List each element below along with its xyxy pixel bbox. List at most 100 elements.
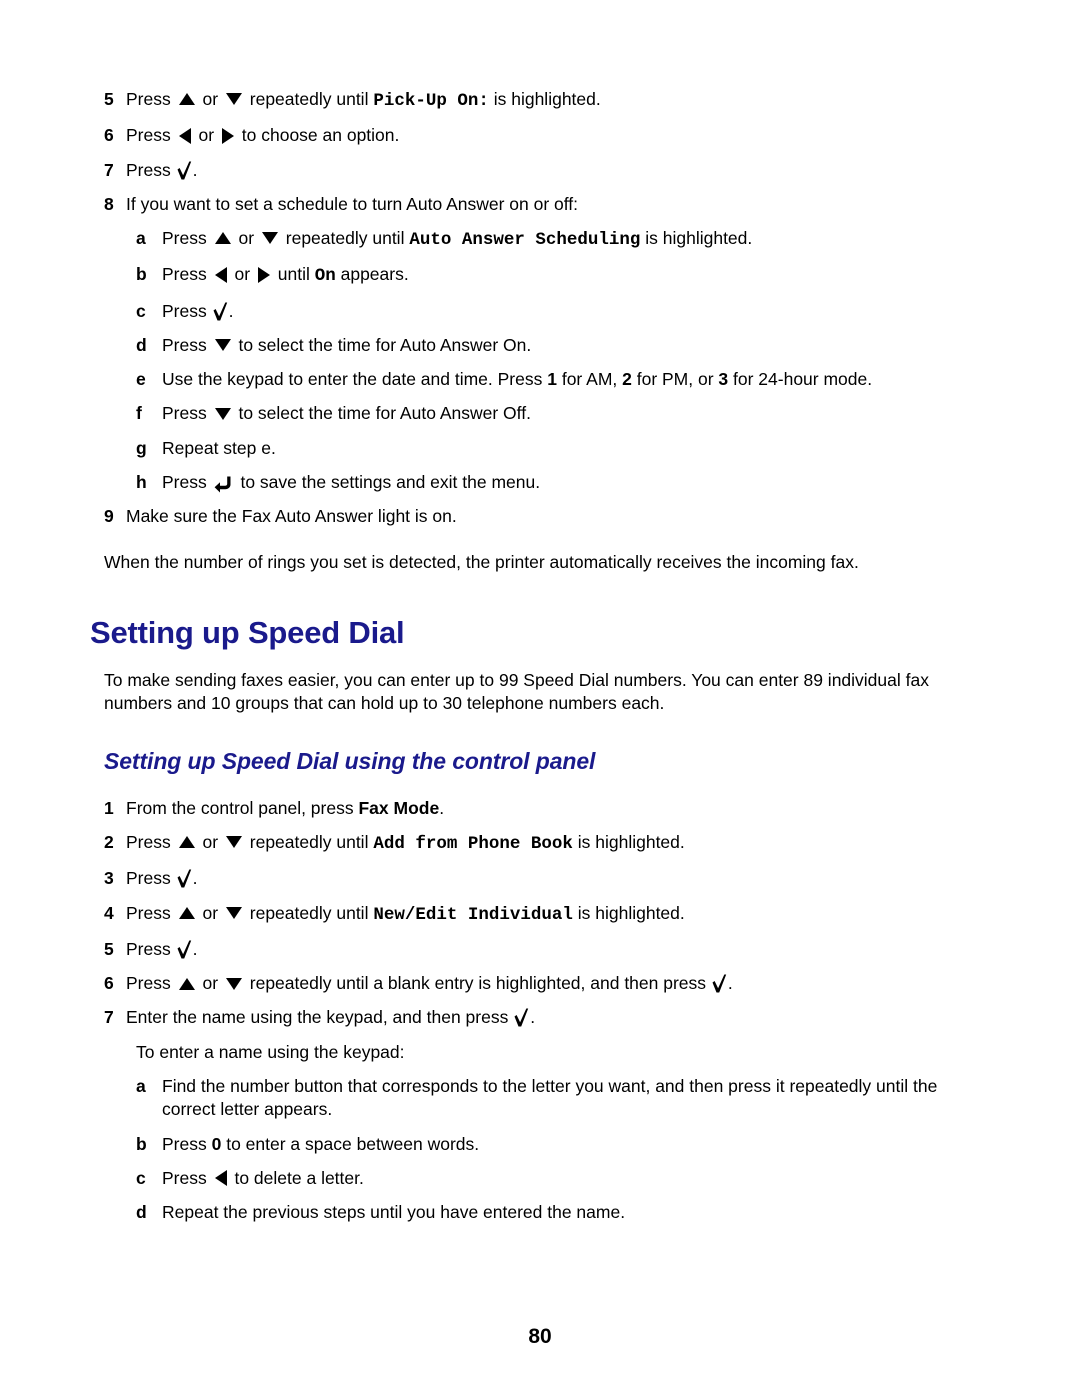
step-text: to select the time for Auto Answer Off. [233, 403, 531, 424]
step-text: is highlighted. [572, 902, 685, 923]
step-text: for 24-hour mode. [728, 369, 873, 390]
procedure-steps-continued: 5 Press or repeatedly until Pick-Up On: i… [90, 88, 990, 216]
arrow-down-icon [261, 232, 278, 245]
procedure-step: 6 Press or repeatedly until a blank entry… [104, 972, 990, 995]
step-marker: 2 [104, 832, 114, 853]
speed-dial-procedure-steps: 1 From the control panel, press Fax Mode.… [90, 797, 990, 1030]
procedure-substep: d Repeat the previous steps until you hav… [136, 1201, 990, 1224]
procedure-substep: g Repeat step e. [136, 437, 990, 460]
procedure-substep: c Press to delete a letter. [136, 1167, 990, 1190]
step-text: repeatedly until a blank entry is highli… [244, 973, 711, 994]
procedure-substep: b Press or until On appears. [136, 263, 990, 288]
procedure-step: 5 Press or repeatedly until Pick-Up On: i… [104, 88, 990, 113]
procedure-substep: d Press to select the time for Auto Answe… [136, 334, 990, 357]
step-body: If you want to set a schedule to turn Au… [126, 193, 990, 216]
step-marker: c [136, 1167, 146, 1188]
page-number: 80 [528, 1325, 552, 1348]
step-text: Press [126, 832, 176, 853]
step-text: until [272, 264, 315, 285]
arrow-left-icon [214, 1170, 227, 1187]
step-text: . [192, 938, 198, 959]
step-text: Find the number button that corresponds … [162, 1075, 938, 1120]
step-text: repeatedly until [280, 228, 410, 249]
step-text: is highlighted. [640, 228, 753, 249]
check-icon [712, 974, 727, 993]
step-text: repeatedly until [244, 832, 374, 853]
procedure-step: 7 Press . [104, 159, 990, 182]
step-body: Press to delete a letter. [162, 1167, 990, 1190]
check-icon [177, 869, 191, 888]
procedure-substep: a Find the number button that corresponds… [136, 1075, 990, 1122]
step-text: . [192, 159, 198, 180]
step-body: Press or repeatedly until New/Edit Indiv… [126, 902, 990, 927]
step-marker: f [136, 403, 142, 424]
step-body: Press or repeatedly until Add from Phone… [126, 831, 990, 856]
step-text: . [439, 797, 445, 818]
step-text: Press [126, 902, 176, 923]
procedure-step-9: 9 Make sure the Fax Auto Answer light is … [90, 505, 990, 528]
step-text: to select the time for Auto Answer On. [233, 334, 532, 355]
step-text: to enter a space between words. [221, 1133, 480, 1154]
procedure-step: 3 Press . [104, 867, 990, 890]
check-icon [514, 1008, 529, 1027]
arrow-left-icon [214, 266, 227, 283]
subsection-heading: Setting up Speed Dial using the control … [104, 747, 596, 774]
emphasis-text: Fax Mode [358, 797, 440, 818]
step-body: Press to select the time for Auto Answer… [162, 402, 990, 425]
step-text: Press [162, 264, 212, 285]
step-text: or [197, 902, 223, 923]
closing-paragraph: When the number of rings you set is dete… [104, 552, 859, 573]
procedure-substep: f Press to select the time for Auto Answe… [136, 402, 990, 425]
procedure-step: 6 Press or to choose an option. [104, 124, 990, 147]
step-marker: e [136, 369, 146, 390]
step-text: Press [162, 334, 212, 355]
step-body: From the control panel, press Fax Mode. [126, 797, 990, 820]
step-text: for PM, or [631, 369, 719, 390]
procedure-substep: h Press to save the settings and exit the… [136, 471, 990, 494]
step-body: Repeat the previous steps until you have… [162, 1201, 990, 1224]
step-marker: 6 [104, 125, 114, 146]
step-marker: b [136, 1133, 147, 1154]
step-text: appears. [335, 264, 409, 285]
step-text: Press [162, 228, 212, 249]
step-text: Press [126, 89, 176, 109]
step-text: Press [126, 868, 176, 889]
step-body: Press or repeatedly until Auto Answer Sc… [162, 227, 990, 252]
procedure-substep: a Press or repeatedly until Auto Answer S… [136, 227, 990, 252]
step-text: Press [126, 938, 176, 959]
check-icon [177, 940, 191, 959]
step-body: Press . [162, 300, 990, 323]
section-intro-paragraph: To make sending faxes easier, you can en… [104, 669, 929, 714]
step-text: . [228, 300, 234, 321]
step-body: Press to select the time for Auto Answer… [162, 334, 990, 357]
arrow-up-icon [214, 232, 231, 245]
step-text: or [193, 125, 219, 146]
step-text: is highlighted. [572, 832, 685, 853]
step-body: Press or repeatedly until a blank entry … [126, 972, 990, 995]
arrow-down-icon [225, 836, 242, 849]
step-text: repeatedly until [244, 89, 374, 109]
arrow-down-icon [225, 93, 242, 106]
step-marker: a [136, 228, 146, 249]
menu-item-name: On [314, 266, 336, 287]
step-text: Press [162, 403, 212, 424]
arrow-down-icon [214, 407, 231, 420]
emphasis-text: 0 [211, 1133, 222, 1154]
step-text: Repeat step e. [162, 437, 276, 458]
step-text: to choose an option. [236, 125, 400, 146]
step-body: Press . [126, 938, 990, 961]
emphasis-text: 1 [547, 369, 557, 390]
keypad-note: To enter a name using the keypad: [136, 1041, 405, 1062]
step-text: Press [126, 973, 176, 994]
step-text: . [530, 1007, 536, 1028]
step-text: Press [126, 159, 176, 180]
step-text: to save the settings and exit the menu. [235, 471, 541, 492]
menu-item-name: New/Edit Individual [373, 904, 573, 925]
step-marker: d [136, 1202, 147, 1223]
step-text: . [192, 868, 198, 889]
step-marker: d [136, 334, 147, 355]
step-body: Press or until On appears. [162, 263, 990, 288]
step-text: If you want to set a schedule to turn Au… [126, 193, 579, 214]
step-body: Press . [126, 159, 990, 182]
step-marker: 3 [104, 868, 114, 889]
